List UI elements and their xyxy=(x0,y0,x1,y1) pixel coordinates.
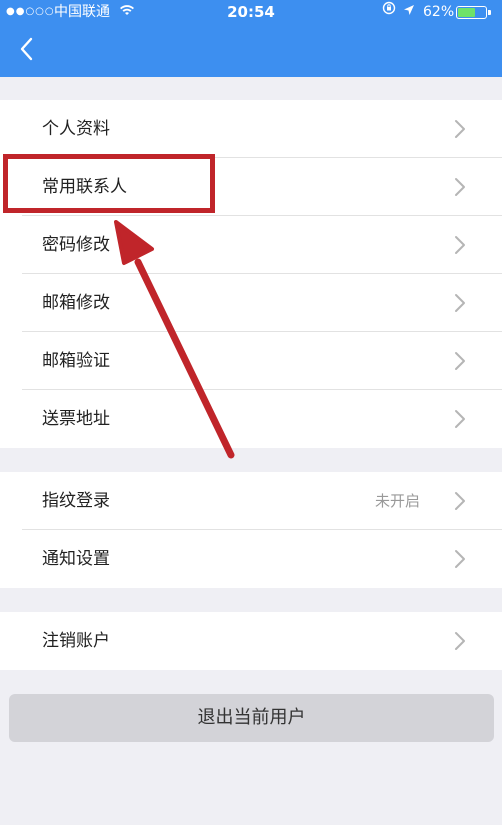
chevron-right-icon xyxy=(455,632,465,650)
menu-item-label: 常用联系人 xyxy=(42,177,127,197)
fingerprint-status: 未开启 xyxy=(374,492,420,510)
chevron-right-icon xyxy=(455,352,465,370)
menu-item-delivery-address[interactable]: 送票地址 xyxy=(0,390,502,448)
menu-item-label: 密码修改 xyxy=(42,235,110,255)
menu-item-delete-account[interactable]: 注销账户 xyxy=(0,612,502,670)
menu-item-verify-email[interactable]: 邮箱验证 xyxy=(0,332,502,390)
chevron-right-icon xyxy=(455,410,465,428)
settings-section-security: 指纹登录 未开启 通知设置 xyxy=(0,472,502,588)
menu-item-label: 指纹登录 xyxy=(42,491,110,511)
chevron-right-icon xyxy=(455,550,465,568)
chevron-right-icon xyxy=(455,294,465,312)
menu-item-change-email[interactable]: 邮箱修改 xyxy=(0,274,502,332)
menu-item-label: 送票地址 xyxy=(42,409,110,429)
chevron-right-icon xyxy=(455,120,465,138)
chevron-right-icon xyxy=(455,178,465,196)
menu-item-label: 注销账户 xyxy=(42,631,110,651)
menu-item-label: 通知设置 xyxy=(42,549,110,569)
settings-section-account-deletion: 注销账户 xyxy=(0,612,502,670)
menu-item-frequent-contacts[interactable]: 常用联系人 xyxy=(0,158,502,216)
back-button[interactable] xyxy=(14,34,42,64)
battery-level xyxy=(458,8,475,17)
menu-item-personal-info[interactable]: 个人资料 xyxy=(0,100,502,158)
chevron-right-icon xyxy=(455,236,465,254)
menu-item-notification-settings[interactable]: 通知设置 xyxy=(0,530,502,588)
location-arrow-icon xyxy=(403,0,415,24)
battery-icon xyxy=(456,6,487,19)
header-bar: ●●○○○ 中国联通 20:54 62% xyxy=(0,0,502,77)
status-bar: ●●○○○ 中国联通 20:54 62% xyxy=(0,0,502,24)
chevron-left-icon xyxy=(20,37,33,61)
settings-section-account: 个人资料 常用联系人 密码修改 邮箱修改 邮箱验证 送票地址 xyxy=(0,100,502,448)
menu-item-label: 个人资料 xyxy=(42,119,110,139)
menu-item-change-password[interactable]: 密码修改 xyxy=(0,216,502,274)
menu-item-fingerprint-login[interactable]: 指纹登录 未开启 xyxy=(0,472,502,530)
battery-percent: 62% xyxy=(423,4,455,20)
rotation-lock-icon xyxy=(382,0,396,24)
menu-item-label: 邮箱修改 xyxy=(42,293,110,313)
logout-button[interactable]: 退出当前用户 xyxy=(9,694,494,742)
menu-item-label: 邮箱验证 xyxy=(42,351,110,371)
chevron-right-icon xyxy=(455,492,465,510)
battery-tip xyxy=(488,10,491,15)
